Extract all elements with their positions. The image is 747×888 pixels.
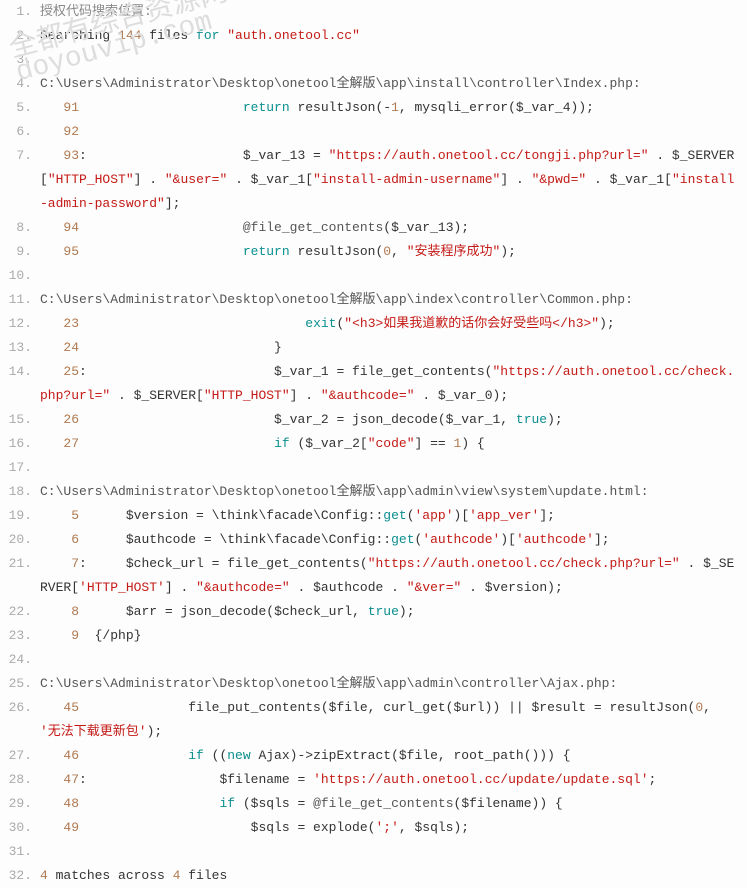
line-content: 91 return resultJson(-1, mysqli_error($_… [40, 96, 747, 120]
line-number: 29. [0, 792, 40, 816]
code-line: 32.4 matches across 4 files [0, 864, 747, 888]
line-content: 45 file_put_contents($file, curl_get($ur… [40, 696, 747, 744]
code-line: 18.C:\Users\Administrator\Desktop\onetoo… [0, 480, 747, 504]
line-number: 6. [0, 120, 40, 144]
line-content: 8 $arr = json_decode($check_url, true); [40, 600, 747, 624]
line-content [40, 48, 747, 72]
code-line: 16. 27 if ($_var_2["code"] == 1) { [0, 432, 747, 456]
line-number: 20. [0, 528, 40, 552]
line-content: 6 $authcode = \think\facade\Config::get(… [40, 528, 747, 552]
line-content [40, 264, 747, 288]
code-line: 4.C:\Users\Administrator\Desktop\onetool… [0, 72, 747, 96]
line-number: 1. [0, 0, 40, 24]
line-number: 12. [0, 312, 40, 336]
code-line: 2.Searching 144 files for "auth.onetool.… [0, 24, 747, 48]
line-content: Searching 144 files for "auth.onetool.cc… [40, 24, 747, 48]
code-line: 19. 5 $version = \think\facade\Config::g… [0, 504, 747, 528]
code-line: 15. 26 $_var_2 = json_decode($_var_1, tr… [0, 408, 747, 432]
code-line: 12. 23 exit("<h3>如果我道歉的话你会好受些吗</h3>"); [0, 312, 747, 336]
line-content: C:\Users\Administrator\Desktop\onetool全解… [40, 288, 747, 312]
line-number: 14. [0, 360, 40, 384]
line-content: 24 } [40, 336, 747, 360]
line-content: 92 [40, 120, 747, 144]
line-content [40, 456, 747, 480]
code-line: 7. 93: $_var_13 = "https://auth.onetool.… [0, 144, 747, 216]
line-content: 5 $version = \think\facade\Config::get('… [40, 504, 747, 528]
line-number: 11. [0, 288, 40, 312]
line-content: 95 return resultJson(0, "安装程序成功"); [40, 240, 747, 264]
line-content: 25: $_var_1 = file_get_contents("https:/… [40, 360, 747, 408]
line-content: C:\Users\Administrator\Desktop\onetool全解… [40, 480, 747, 504]
code-line: 26. 45 file_put_contents($file, curl_get… [0, 696, 747, 744]
code-line: 31. [0, 840, 747, 864]
line-number: 5. [0, 96, 40, 120]
code-line: 22. 8 $arr = json_decode($check_url, tru… [0, 600, 747, 624]
line-number: 30. [0, 816, 40, 840]
code-line: 24. [0, 648, 747, 672]
code-line: 6. 92 [0, 120, 747, 144]
code-line: 25.C:\Users\Administrator\Desktop\onetoo… [0, 672, 747, 696]
line-content: 授权代码搜索位置: [40, 0, 747, 24]
line-number: 13. [0, 336, 40, 360]
line-number: 7. [0, 144, 40, 168]
code-line: 10. [0, 264, 747, 288]
code-line: 20. 6 $authcode = \think\facade\Config::… [0, 528, 747, 552]
code-line: 17. [0, 456, 747, 480]
line-number: 16. [0, 432, 40, 456]
line-content: 93: $_var_13 = "https://auth.onetool.cc/… [40, 144, 747, 216]
line-content: 9 {/php} [40, 624, 747, 648]
line-number: 18. [0, 480, 40, 504]
line-content: 47: $filename = 'https://auth.onetool.cc… [40, 768, 747, 792]
line-content: 7: $check_url = file_get_contents("https… [40, 552, 747, 600]
code-line: 1.授权代码搜索位置: [0, 0, 747, 24]
line-content: 49 $sqls = explode(';', $sqls); [40, 816, 747, 840]
code-line: 9. 95 return resultJson(0, "安装程序成功"); [0, 240, 747, 264]
line-number: 19. [0, 504, 40, 528]
line-number: 3. [0, 48, 40, 72]
line-number: 17. [0, 456, 40, 480]
line-number: 24. [0, 648, 40, 672]
line-content: C:\Users\Administrator\Desktop\onetool全解… [40, 672, 747, 696]
code-line: 29. 48 if ($sqls = @file_get_contents($f… [0, 792, 747, 816]
code-line: 28. 47: $filename = 'https://auth.onetoo… [0, 768, 747, 792]
line-number: 4. [0, 72, 40, 96]
line-content: 94 @file_get_contents($_var_13); [40, 216, 747, 240]
line-content: 46 if ((new Ajax)->zipExtract($file, roo… [40, 744, 747, 768]
line-number: 23. [0, 624, 40, 648]
line-content: 23 exit("<h3>如果我道歉的话你会好受些吗</h3>"); [40, 312, 747, 336]
code-line: 8. 94 @file_get_contents($_var_13); [0, 216, 747, 240]
line-number: 32. [0, 864, 40, 888]
code-line: 14. 25: $_var_1 = file_get_contents("htt… [0, 360, 747, 408]
line-content: C:\Users\Administrator\Desktop\onetool全解… [40, 72, 747, 96]
code-block: 1.授权代码搜索位置: 2.Searching 144 files for "a… [0, 0, 747, 888]
line-number: 21. [0, 552, 40, 576]
line-number: 27. [0, 744, 40, 768]
code-line: 21. 7: $check_url = file_get_contents("h… [0, 552, 747, 600]
code-line: 27. 46 if ((new Ajax)->zipExtract($file,… [0, 744, 747, 768]
code-line: 3. [0, 48, 747, 72]
line-number: 15. [0, 408, 40, 432]
line-content: 26 $_var_2 = json_decode($_var_1, true); [40, 408, 747, 432]
line-content: 48 if ($sqls = @file_get_contents($filen… [40, 792, 747, 816]
line-number: 2. [0, 24, 40, 48]
code-line: 23. 9 {/php} [0, 624, 747, 648]
line-number: 26. [0, 696, 40, 720]
line-number: 8. [0, 216, 40, 240]
code-line: 30. 49 $sqls = explode(';', $sqls); [0, 816, 747, 840]
code-line: 13. 24 } [0, 336, 747, 360]
line-content: 27 if ($_var_2["code"] == 1) { [40, 432, 747, 456]
line-number: 9. [0, 240, 40, 264]
code-line: 11.C:\Users\Administrator\Desktop\onetoo… [0, 288, 747, 312]
line-content [40, 648, 747, 672]
line-number: 22. [0, 600, 40, 624]
line-number: 28. [0, 768, 40, 792]
code-line: 5. 91 return resultJson(-1, mysqli_error… [0, 96, 747, 120]
line-content: 4 matches across 4 files [40, 864, 747, 888]
line-number: 31. [0, 840, 40, 864]
line-number: 10. [0, 264, 40, 288]
line-number: 25. [0, 672, 40, 696]
line-content [40, 840, 747, 864]
